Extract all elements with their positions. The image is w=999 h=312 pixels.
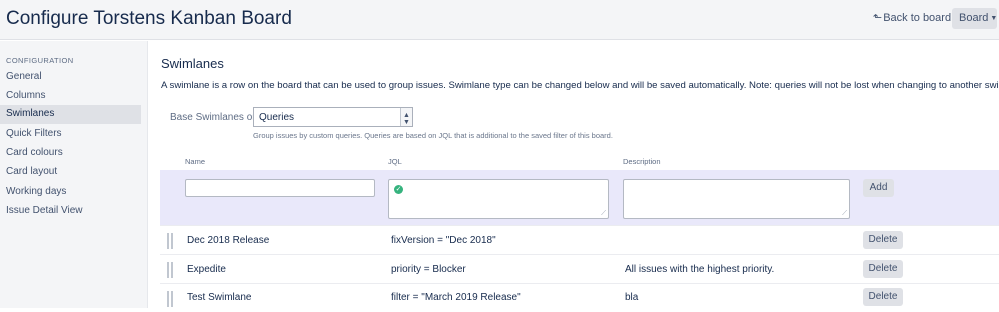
column-header-jql: JQL [388,157,402,166]
name-input[interactable] [185,179,375,197]
swimlane-row: Dec 2018 Release fixVersion = "Dec 2018"… [160,225,999,254]
base-swimlanes-label: Base Swimlanes on [170,112,258,123]
page-title: Configure Torstens Kanban Board [6,8,292,29]
header-bar: Configure Torstens Kanban Board ⬑Back to… [0,0,999,40]
help-text: Group issues by custom queries. Queries … [253,131,613,140]
board-menu-label: Board [959,12,989,24]
swimlane-name[interactable]: Dec 2018 Release [187,235,269,246]
swimlane-description[interactable]: bla [625,292,638,303]
select-arrow-icon: ▲ ▼ [400,108,412,126]
delete-button[interactable]: Delete [863,260,903,278]
base-swimlanes-value: Queries [259,112,295,123]
column-header-description: Description [623,157,661,166]
swimlane-jql[interactable]: priority = Blocker [391,264,466,275]
swimlane-jql[interactable]: fixVersion = "Dec 2018" [391,235,496,246]
swimlane-jql[interactable]: filter = "March 2019 Release" [391,292,521,303]
drag-handle-icon[interactable] [167,262,173,278]
column-header-name: Name [185,157,206,166]
swimlane-name[interactable]: Test Swimlane [187,292,251,303]
drag-handle-icon[interactable] [167,233,173,249]
board-menu-button[interactable]: Board ▼ [952,8,997,29]
sidebar-item-swimlanes[interactable]: Swimlanes [0,105,141,124]
sidebar-heading: CONFIGURATION [6,56,74,65]
base-swimlanes-select[interactable]: Queries ▲ ▼ [253,107,413,127]
sidebar: CONFIGURATION General Columns Swimlanes … [0,41,148,308]
chevron-down-icon: ▼ [990,15,998,22]
jql-input[interactable]: ✓ ⟋ [388,179,609,219]
section-title: Swimlanes [161,56,224,71]
check-circle-icon: ✓ [394,185,403,194]
intro-text: A swimlane is a row on the board that ca… [161,80,999,91]
sidebar-item-columns[interactable]: Columns [0,87,141,106]
back-arrow-icon: ⬑ [873,12,883,24]
sidebar-item-card-colours[interactable]: Card colours [0,144,141,163]
resize-handle-icon[interactable]: ⟋ [842,210,847,217]
back-to-board-link[interactable]: ⬑Back to board [873,11,951,24]
delete-button[interactable]: Delete [863,288,903,306]
swimlane-description[interactable]: All issues with the highest priority. [625,264,774,275]
swimlane-name[interactable]: Expedite [187,264,226,275]
swimlane-row: Expedite priority = Blocker All issues w… [160,254,999,283]
drag-handle-icon[interactable] [167,291,173,307]
delete-button[interactable]: Delete [863,231,903,249]
sidebar-item-quick-filters[interactable]: Quick Filters [0,125,141,144]
sidebar-item-issue-detail-view[interactable]: Issue Detail View [0,202,141,221]
sidebar-item-working-days[interactable]: Working days [0,183,141,202]
sidebar-item-card-layout[interactable]: Card layout [0,163,141,182]
back-to-board-label: Back to board [883,12,952,24]
description-input[interactable]: ⟋ [623,179,850,219]
add-button[interactable]: Add [863,179,894,197]
sidebar-item-general[interactable]: General [0,68,141,87]
resize-handle-icon[interactable]: ⟋ [601,210,606,217]
